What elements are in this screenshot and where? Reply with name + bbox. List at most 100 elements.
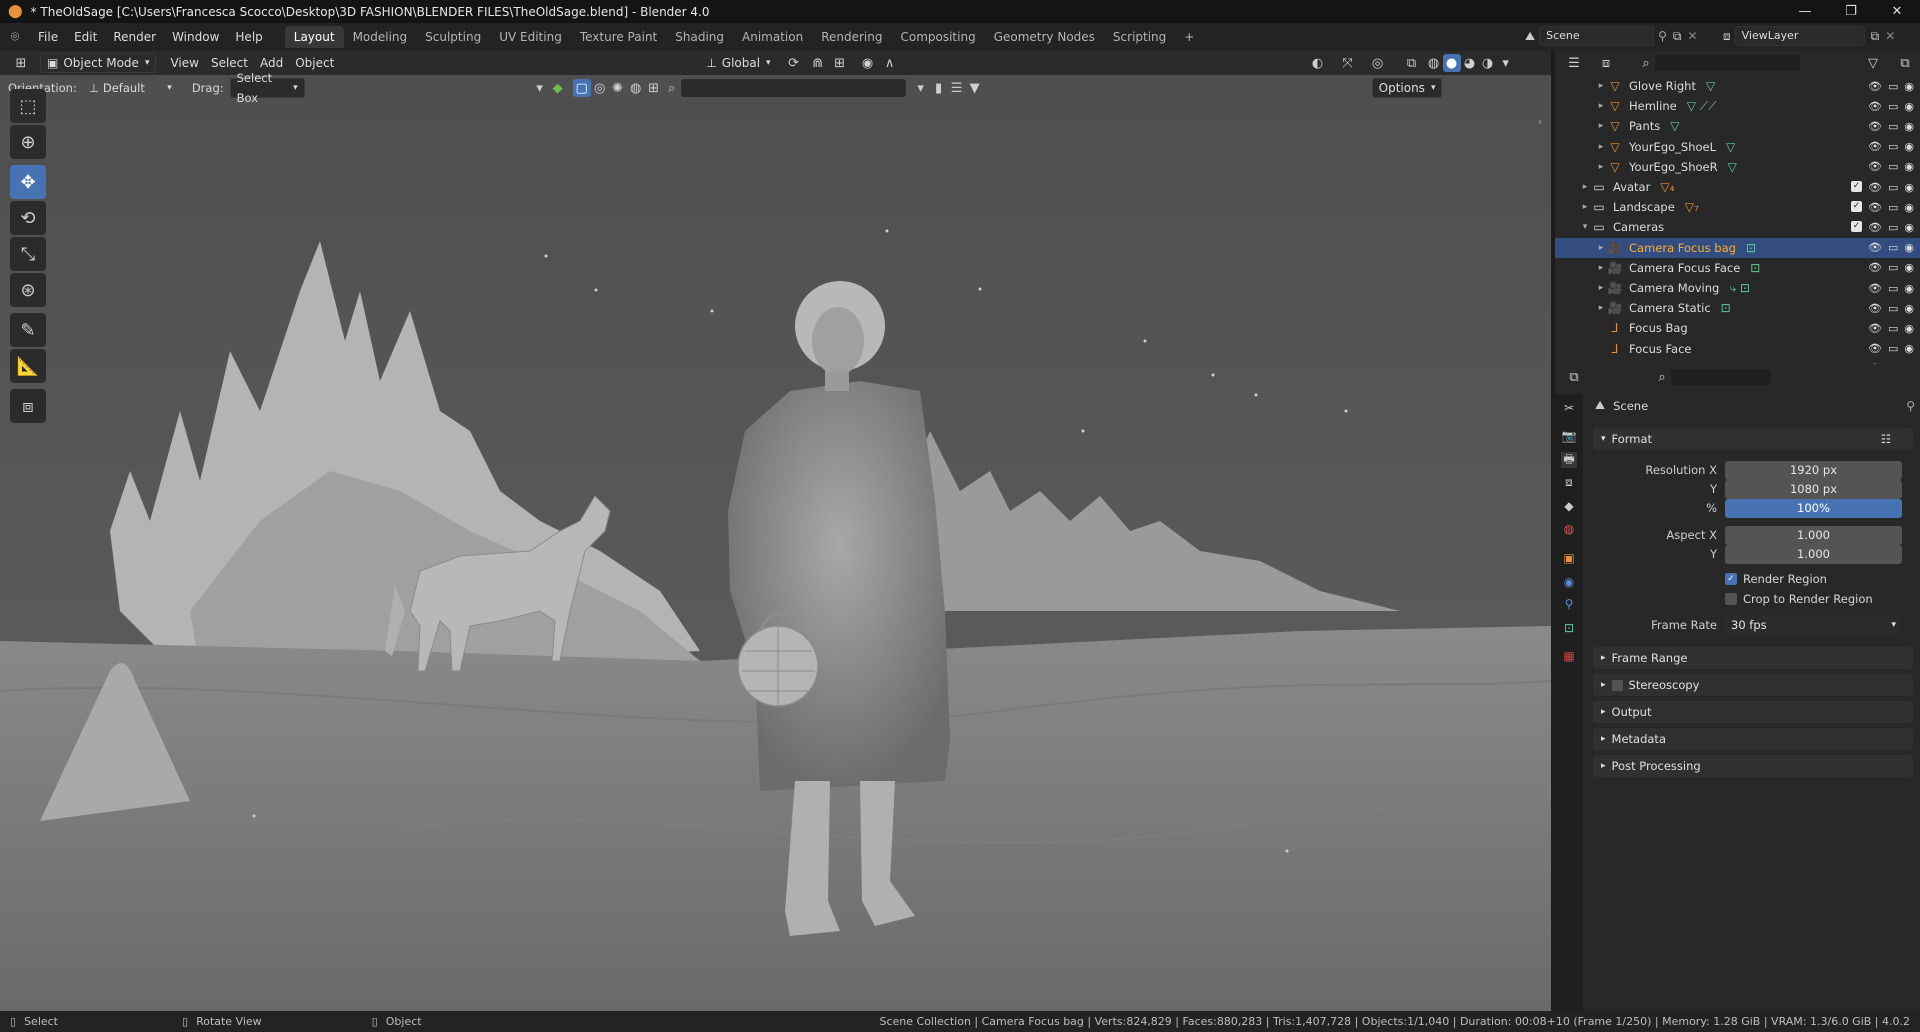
render-toggle-icon[interactable]: ◉ xyxy=(1904,181,1914,194)
texture-tab-icon[interactable]: ▦ xyxy=(1561,648,1577,664)
cursor-icon[interactable]: ⊕ xyxy=(10,125,46,159)
render-toggle-icon[interactable]: ◉ xyxy=(1904,282,1914,295)
data-tab-icon[interactable]: ⊡ xyxy=(1561,620,1577,636)
outliner-row[interactable]: ▸ ▽ Glove Right ▽ 👁 ▭ ◉ xyxy=(1555,76,1920,96)
snap-icon[interactable]: ⋒ xyxy=(809,54,827,72)
scale-icon[interactable]: ⤡ xyxy=(10,237,46,271)
outliner-row[interactable]: ▸ ▽ Hemline ▽ ⟋⟋ 👁 ▭ ◉ xyxy=(1555,96,1920,116)
panel-format[interactable]: ▾ Format ☷ xyxy=(1593,428,1913,450)
panel-metadata[interactable]: ▸ Metadata xyxy=(1593,728,1913,750)
chevron-right-icon[interactable]: ▸ xyxy=(1595,243,1607,253)
viewport-toggle-icon[interactable]: ▭ xyxy=(1888,261,1898,274)
tool-tab-icon[interactable]: ✂ xyxy=(1561,400,1577,416)
menu-file[interactable]: File xyxy=(30,26,66,48)
material-shading-icon[interactable]: ◕ xyxy=(1461,54,1479,72)
eye-icon[interactable]: 👁 xyxy=(1868,160,1882,173)
eye-icon[interactable]: 👁 xyxy=(1868,140,1882,153)
outliner-row[interactable]: ▸ 🎥 Camera Static ⊡ 👁 ▭ ◉ xyxy=(1555,298,1920,318)
solid-shading-icon[interactable]: ● xyxy=(1442,54,1461,72)
render-toggle-icon[interactable]: ◉ xyxy=(1904,322,1914,335)
viewport-scene[interactable] xyxy=(0,51,1551,1011)
menu-object[interactable]: Object xyxy=(289,53,340,73)
outliner-row[interactable]: ▸ ▭ Avatar ▽₄ ✓ 👁 ▭ ◉ xyxy=(1555,177,1920,197)
object-tab-icon[interactable]: ▣ xyxy=(1561,550,1577,566)
outliner-editor-icon[interactable]: ☰ xyxy=(1565,54,1583,72)
world-icon[interactable]: ◍ xyxy=(627,79,645,97)
physics-tab-icon[interactable]: ◉ xyxy=(1561,574,1577,590)
drag-selector[interactable]: Select Box ▾ xyxy=(229,71,305,105)
menu-help[interactable]: Help xyxy=(227,26,270,48)
tab-rendering[interactable]: Rendering xyxy=(812,26,891,48)
outliner-row[interactable]: ▸ 🎥 Camera Moving ⤷ ⊡ 👁 ▭ ◉ xyxy=(1555,278,1920,298)
display-mode-icon[interactable]: ⧈ xyxy=(1597,54,1615,72)
menu-render[interactable]: Render xyxy=(105,26,164,48)
outliner-row[interactable]: ▸ ▽ YourEgo_ShoeL ▽ 👁 ▭ ◉ xyxy=(1555,137,1920,157)
panel-frame-range[interactable]: ▸ Frame Range xyxy=(1593,647,1913,669)
view-layer-selector[interactable]: ViewLayer xyxy=(1734,26,1865,46)
eye-icon[interactable]: 👁 xyxy=(1868,282,1882,295)
move-icon[interactable]: ✥ xyxy=(10,165,46,199)
render-toggle-icon[interactable]: ◉ xyxy=(1904,80,1914,93)
rendered-shading-icon[interactable]: ◑ xyxy=(1479,54,1497,72)
close-icon[interactable]: ✕ xyxy=(1874,0,1920,23)
tab-uv-editing[interactable]: UV Editing xyxy=(490,26,571,48)
viewport-toggle-icon[interactable]: ▭ xyxy=(1888,201,1898,214)
viewport-toggle-icon[interactable]: ▭ xyxy=(1888,80,1898,93)
visibility-icon[interactable]: ◐ xyxy=(1309,54,1327,72)
sphere-icon[interactable]: ◎ xyxy=(591,79,609,97)
wireframe-shading-icon[interactable]: ◍ xyxy=(1425,54,1443,72)
panel-stereoscopy[interactable]: ▸ Stereoscopy xyxy=(1593,674,1913,696)
properties-editor-icon[interactable]: ⧉ xyxy=(1565,368,1583,386)
render-tab-icon[interactable]: 📷 xyxy=(1561,428,1577,444)
tab-modeling[interactable]: Modeling xyxy=(344,26,417,48)
resolution-x-field[interactable]: 1920 px xyxy=(1725,461,1902,480)
panel-post-processing[interactable]: ▸ Post Processing xyxy=(1593,755,1913,777)
constraints-tab-icon[interactable]: ⚲ xyxy=(1561,596,1577,612)
proportional-edit-icon[interactable]: ◉ xyxy=(859,54,877,72)
filter-icon[interactable]: ▼ xyxy=(966,79,984,97)
chevron-right-icon[interactable]: ▸ xyxy=(1595,303,1607,313)
add-cube-icon[interactable]: ⧈ xyxy=(10,389,46,423)
delete-view-layer-icon[interactable]: ✕ xyxy=(1885,29,1895,43)
aspect-y-field[interactable]: 1.000 xyxy=(1725,545,1902,564)
pivot-point-icon[interactable]: ⟳ xyxy=(785,54,803,72)
tab-scripting[interactable]: Scripting xyxy=(1104,26,1175,48)
world-tab-icon[interactable]: ◍ xyxy=(1561,521,1577,537)
mode-selector[interactable]: ▣ Object Mode ▾ xyxy=(40,53,157,73)
sidebar-toggle-icon[interactable]: ‹ xyxy=(1538,117,1542,128)
viewport-toggle-icon[interactable]: ▭ xyxy=(1888,100,1898,113)
frame-rate-selector[interactable]: 30 fps ▾ xyxy=(1725,616,1902,635)
tab-geometry-nodes[interactable]: Geometry Nodes xyxy=(985,26,1104,48)
chevron-right-icon[interactable]: ▸ xyxy=(1595,81,1607,91)
filter-icon[interactable]: ▽ xyxy=(1864,54,1882,72)
outliner-row[interactable]: ▸ 🎥 Camera Focus Face ⊡ 👁 ▭ ◉ xyxy=(1555,258,1920,278)
crop-region-checkbox[interactable]: Crop to Render Region xyxy=(1725,592,1873,606)
outliner-row[interactable]: ▸ ▭ Landscape ▽₇ ✓ 👁 ▭ ◉ xyxy=(1555,197,1920,217)
presets-icon[interactable]: ☷ xyxy=(1881,432,1891,446)
aspect-x-field[interactable]: 1.000 xyxy=(1725,526,1902,545)
output-tab-icon[interactable]: 🖶 xyxy=(1561,452,1577,468)
rotate-icon[interactable]: ⟲ xyxy=(10,201,46,235)
render-region-checkbox[interactable]: ✓ Render Region xyxy=(1725,572,1827,586)
menu-edit[interactable]: Edit xyxy=(66,26,105,48)
eye-icon[interactable]: 👁 xyxy=(1868,201,1882,214)
chevron-right-icon[interactable]: ▸ xyxy=(1579,182,1591,192)
object-types-icon[interactable]: ◆ xyxy=(549,79,567,97)
render-toggle-icon[interactable]: ◉ xyxy=(1904,221,1914,234)
viewport-toggle-icon[interactable]: ▭ xyxy=(1888,181,1898,194)
light-icon[interactable]: ✺ xyxy=(609,79,627,97)
xray-icon[interactable]: ⧉ xyxy=(1403,54,1421,72)
pin-icon[interactable]: ⚲ xyxy=(1906,399,1915,413)
render-toggle-icon[interactable]: ◉ xyxy=(1904,342,1914,355)
outliner-row[interactable]: ▸ 🎥 Camera Focus bag ⊡ 👁 ▭ ◉ xyxy=(1555,237,1920,258)
render-toggle-icon[interactable]: ◉ xyxy=(1904,241,1914,254)
eye-icon[interactable]: 👁 xyxy=(1868,261,1882,274)
outliner-row[interactable]: ▸ ▽ YourEgo_ShoeR ▽ 👁 ▭ ◉ xyxy=(1555,157,1920,177)
render-toggle-icon[interactable]: ◉ xyxy=(1904,160,1914,173)
chevron-down-icon[interactable]: ▾ xyxy=(912,79,930,97)
exclude-checkbox-icon[interactable]: ✓ xyxy=(1851,180,1863,192)
tab-compositing[interactable]: Compositing xyxy=(891,26,984,48)
eye-icon[interactable]: 👁 xyxy=(1868,120,1882,133)
resolution-y-field[interactable]: 1080 px xyxy=(1725,480,1902,499)
properties-search-input[interactable] xyxy=(1671,369,1771,385)
